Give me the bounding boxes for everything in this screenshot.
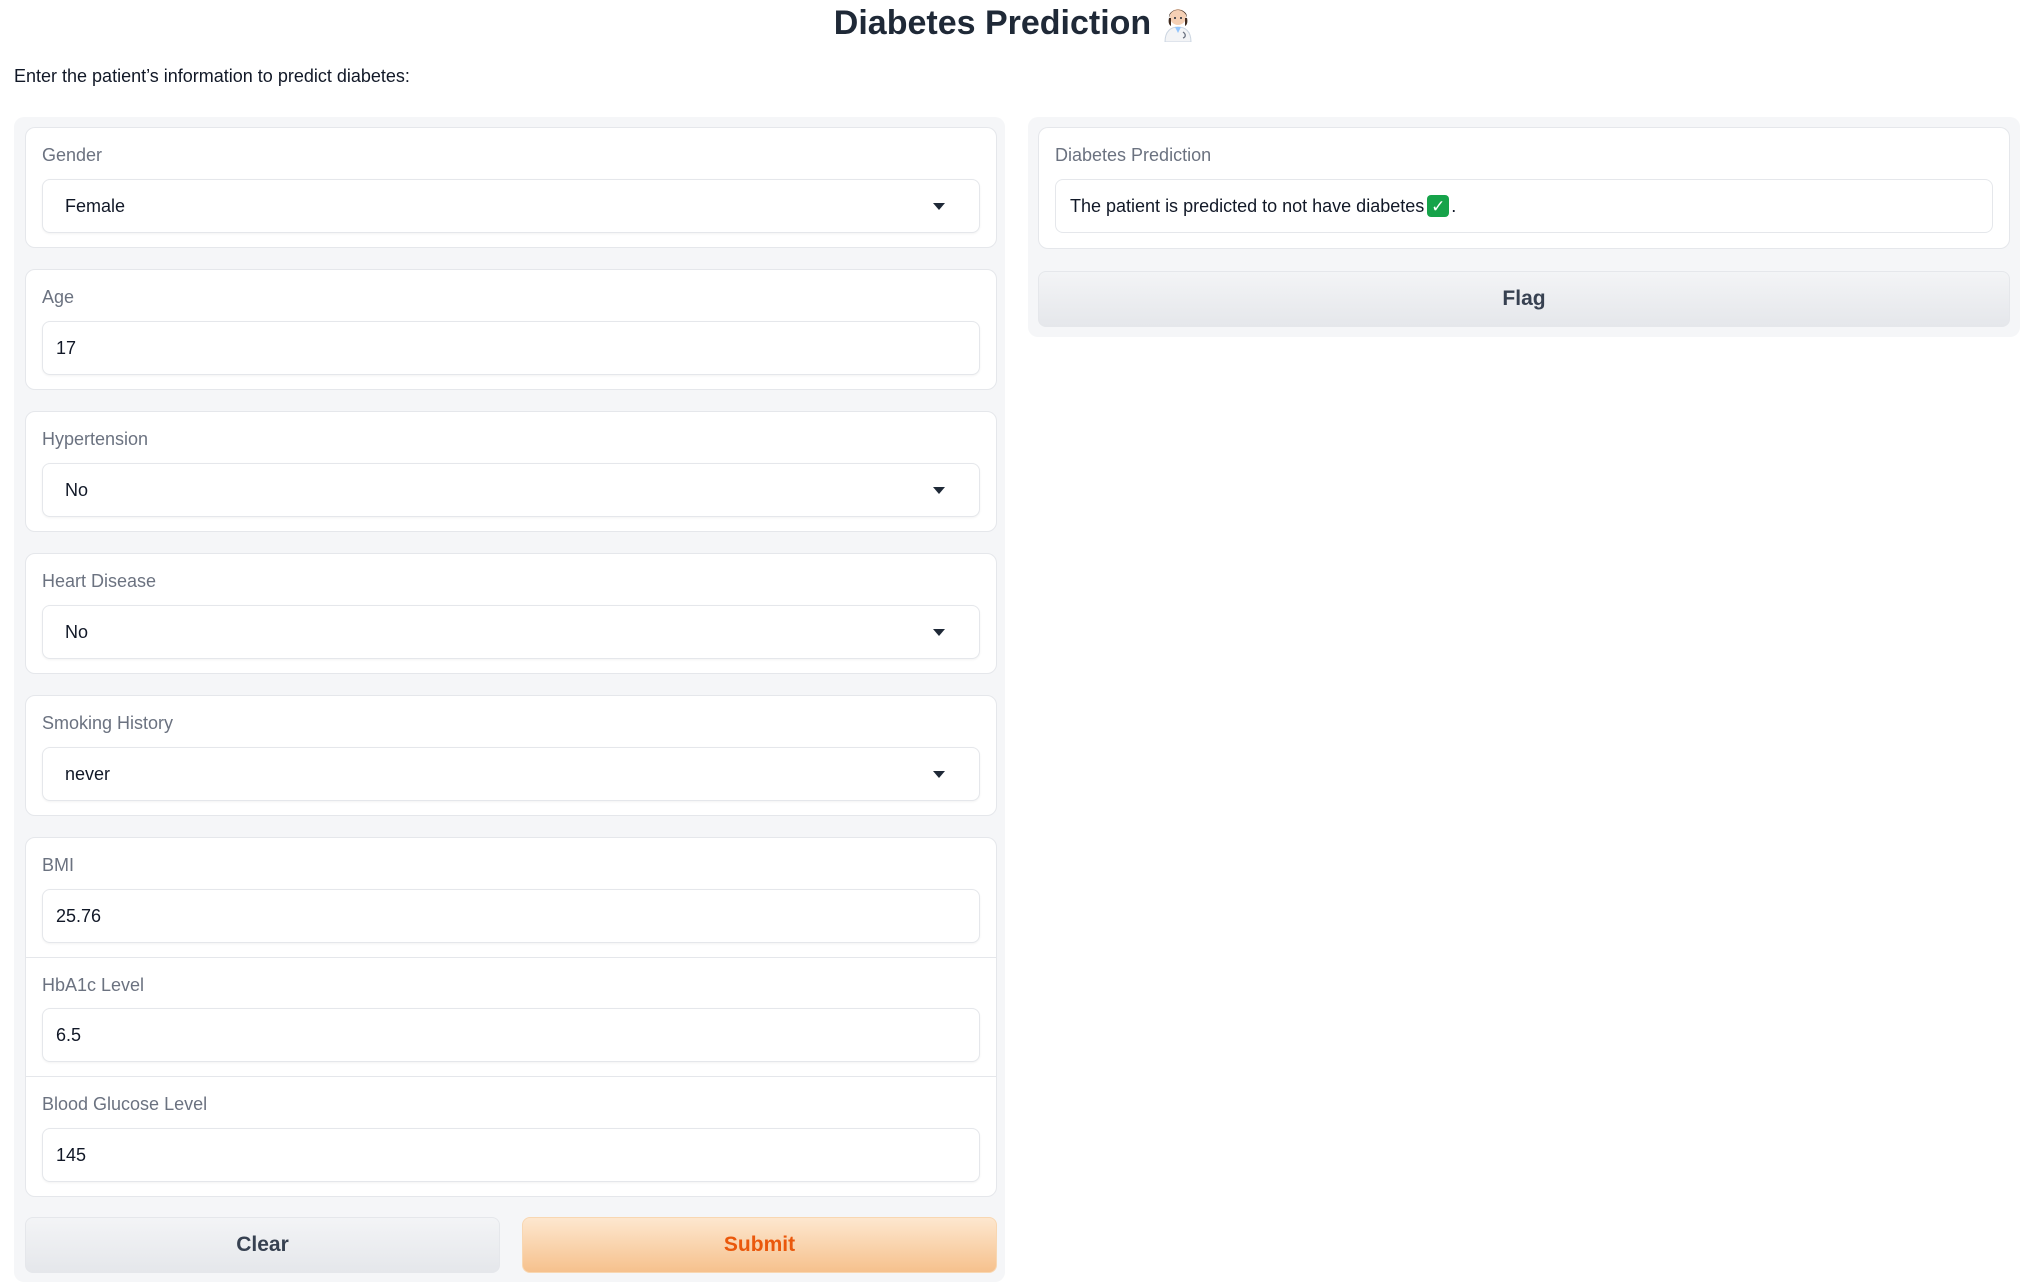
prediction-card: Diabetes Prediction The patient is predi… — [1038, 127, 2010, 249]
age-input[interactable]: 17 — [42, 321, 980, 375]
hba1c-input[interactable]: 6.5 — [42, 1008, 980, 1062]
smoking-history-label: Smoking History — [42, 713, 174, 733]
smoking-history-value: never — [65, 763, 111, 784]
chevron-down-icon — [933, 203, 945, 210]
hypertension-label: Hypertension — [42, 429, 149, 449]
output-panel: Diabetes Prediction The patient is predi… — [1028, 117, 2020, 337]
woman-health-worker-icon — [1164, 9, 1192, 42]
check-mark-icon: ✓ — [1427, 195, 1450, 217]
age-value: 17 — [56, 337, 77, 358]
gender-value: Female — [65, 195, 126, 216]
numeric-inputs-card: BMI 25.76 HbA1c Level 6.5 Blood Glucose … — [25, 837, 997, 1197]
bmi-input[interactable]: 25.76 — [42, 889, 980, 943]
glucose-value: 145 — [56, 1144, 87, 1165]
flag-button[interactable]: Flag — [1038, 271, 2010, 327]
hba1c-label: HbA1c Level — [42, 975, 145, 995]
chevron-down-icon — [933, 629, 945, 636]
hypertension-value: No — [65, 479, 89, 500]
smoking-history-dropdown[interactable]: never — [42, 747, 980, 801]
prediction-suffix: . — [1451, 195, 1457, 216]
age-label: Age — [42, 287, 75, 307]
heart-disease-dropdown[interactable]: No — [42, 605, 980, 659]
bmi-value: 25.76 — [56, 905, 102, 926]
prediction-label: Diabetes Prediction — [1055, 145, 1212, 165]
bmi-label: BMI — [42, 855, 75, 875]
heart-disease-card: Heart Disease No — [25, 553, 997, 674]
glucose-label: Blood Glucose Level — [42, 1094, 208, 1114]
gender-dropdown[interactable]: Female — [42, 179, 980, 233]
divider — [26, 1076, 996, 1077]
chevron-down-icon — [933, 487, 945, 494]
smoking-history-card: Smoking History never — [25, 695, 997, 816]
clear-button[interactable]: Clear — [25, 1217, 500, 1273]
divider — [26, 957, 996, 958]
hypertension-dropdown[interactable]: No — [42, 463, 980, 517]
instructions-text: Enter the patient’s information to predi… — [14, 66, 410, 86]
heart-disease-value: No — [65, 621, 89, 642]
gender-label: Gender — [42, 145, 103, 165]
hba1c-value: 6.5 — [56, 1024, 82, 1045]
age-card: Age 17 — [25, 269, 997, 390]
heart-disease-label: Heart Disease — [42, 571, 157, 591]
chevron-down-icon — [933, 771, 945, 778]
hypertension-card: Hypertension No — [25, 411, 997, 532]
glucose-input[interactable]: 145 — [42, 1128, 980, 1182]
submit-button[interactable]: Submit — [522, 1217, 997, 1273]
prediction-text: The patient is predicted to not have dia… — [1070, 195, 1425, 216]
page-title: Diabetes Prediction — [0, 0, 2029, 46]
prediction-output: The patient is predicted to not have dia… — [1055, 179, 1993, 233]
gender-card: Gender Female — [25, 127, 997, 248]
input-panel: Gender Female Age 17 Hypertension No Hea… — [14, 117, 1005, 1282]
page-title-text: Diabetes Prediction — [833, 3, 1152, 42]
